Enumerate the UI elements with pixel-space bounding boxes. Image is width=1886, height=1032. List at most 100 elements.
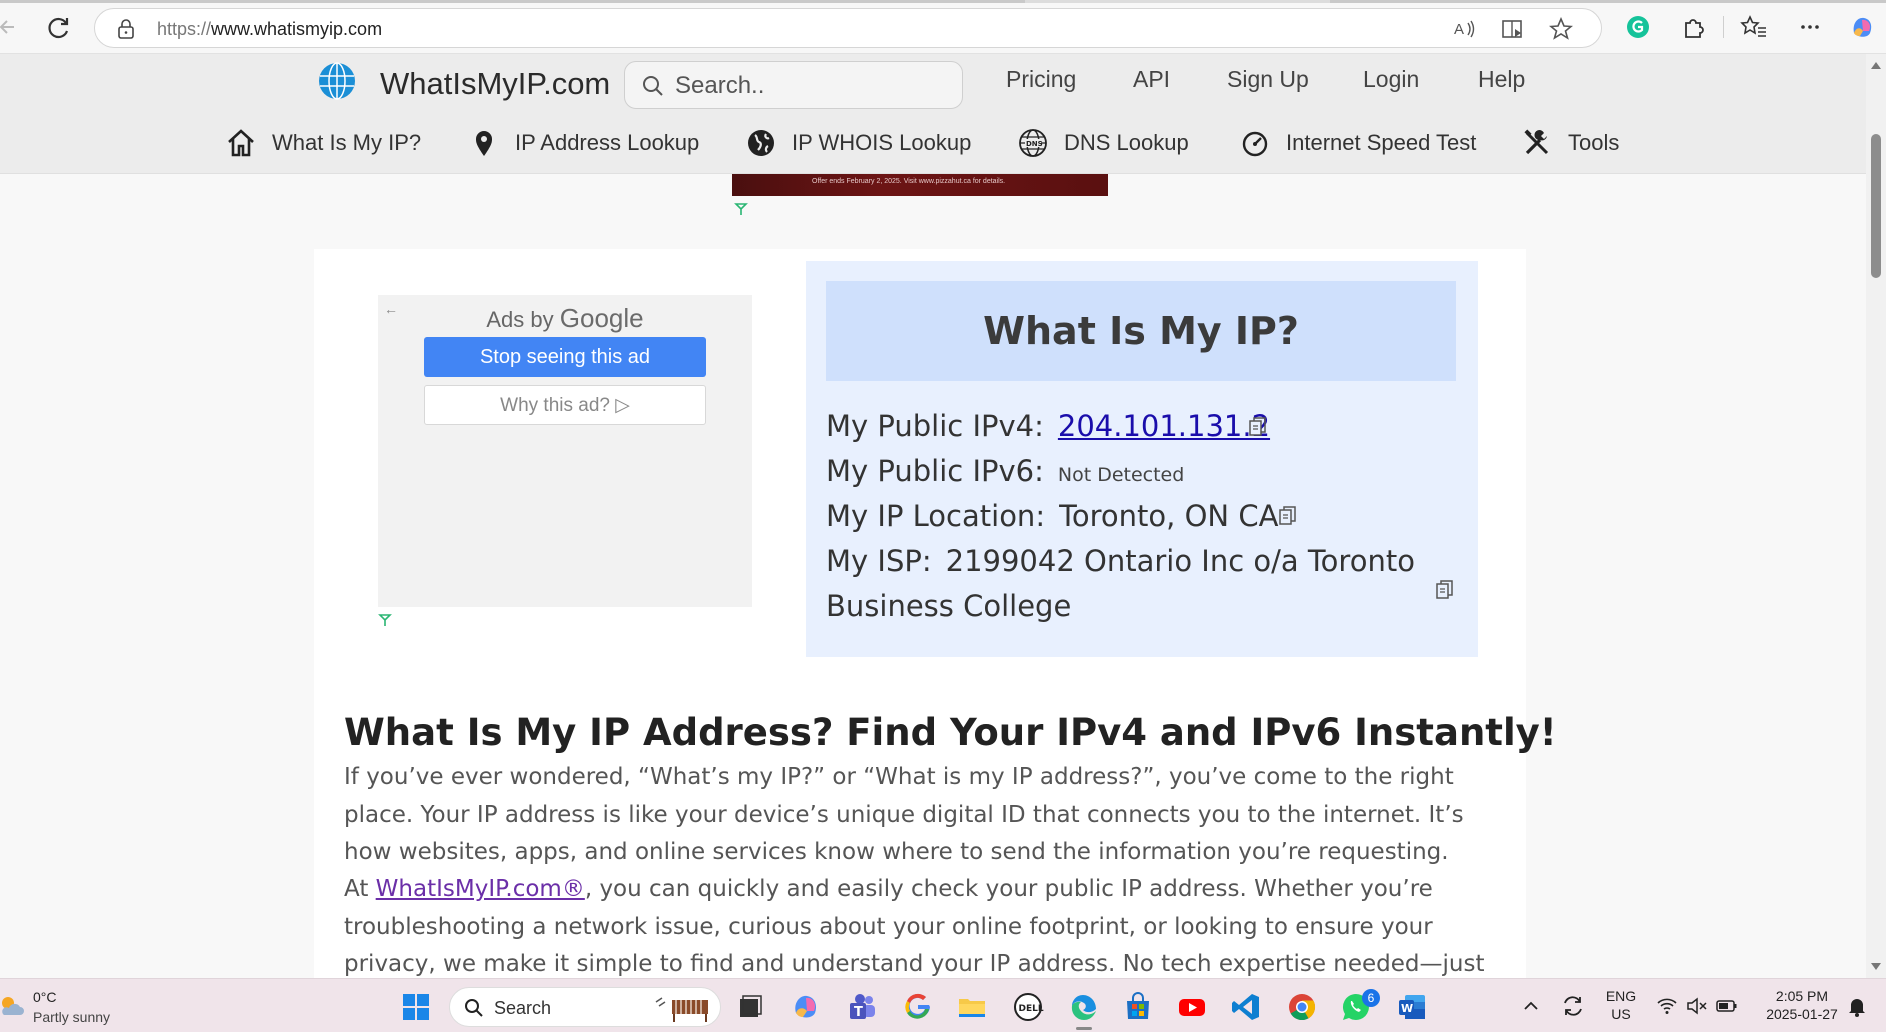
copilot-app-icon[interactable] bbox=[790, 991, 822, 1023]
read-aloud-icon[interactable]: A bbox=[1453, 17, 1477, 41]
svg-text:DNS: DNS bbox=[1026, 140, 1043, 148]
speedometer-icon bbox=[1242, 131, 1268, 157]
article-paragraph-2: At WhatIsMyIP.com®, you can quickly and … bbox=[344, 871, 1504, 978]
location-row: My IP Location: Toronto, ON CA bbox=[826, 499, 1278, 533]
notification-bell-icon[interactable] bbox=[1846, 995, 1868, 1017]
article-paragraph-1: If you’ve ever wondered, “What’s my IP?”… bbox=[344, 764, 1464, 865]
grammarly-extension-icon[interactable] bbox=[1624, 13, 1652, 41]
active-app-indicator bbox=[1076, 1027, 1092, 1030]
nav-signup-link[interactable]: Sign Up bbox=[1227, 66, 1309, 93]
partly-sunny-icon[interactable] bbox=[0, 993, 26, 1019]
location-label: My IP Location: bbox=[826, 499, 1046, 533]
chrome-app-icon[interactable] bbox=[1286, 991, 1318, 1023]
nav-label: DNS Lookup bbox=[1064, 130, 1189, 155]
search-input[interactable] bbox=[675, 70, 945, 102]
microsoft-store-icon[interactable] bbox=[1122, 991, 1154, 1023]
article-title: What Is My IP Address? Find Your IPv4 an… bbox=[344, 711, 1557, 754]
nav-internet-speed-test[interactable]: Internet Speed Test bbox=[1240, 126, 1476, 160]
isp-label: My ISP: bbox=[826, 544, 932, 578]
scroll-down-arrow-icon[interactable] bbox=[1871, 963, 1881, 970]
nav-api-link[interactable]: API bbox=[1133, 66, 1170, 93]
clock-time: 2:05 PM bbox=[1775, 988, 1829, 1004]
isp-row: My ISP: 2199042 Ontario Inc o/a Toronto bbox=[826, 544, 1415, 578]
search-icon bbox=[643, 76, 663, 96]
word-icon[interactable]: W bbox=[1396, 991, 1428, 1023]
svg-text:W: W bbox=[1401, 1002, 1413, 1015]
file-explorer-icon[interactable] bbox=[956, 991, 988, 1023]
vscode-icon[interactable] bbox=[1230, 991, 1262, 1023]
reader-view-icon[interactable] bbox=[1501, 17, 1525, 41]
teams-icon[interactable]: T bbox=[846, 991, 878, 1023]
ipv4-row: My Public IPv4: 204.101.131.2 bbox=[826, 409, 1270, 443]
ipv4-value-link[interactable]: 204.101.131.2 bbox=[1058, 409, 1270, 443]
home-icon bbox=[228, 129, 254, 157]
show-hidden-icons-chevron-icon[interactable] bbox=[1520, 995, 1542, 1017]
clock[interactable]: 2:05 PM 2025-01-27 bbox=[1752, 988, 1852, 1022]
favorites-icon[interactable] bbox=[1740, 13, 1768, 41]
region-code: US bbox=[1611, 1006, 1631, 1022]
volume-muted-icon[interactable] bbox=[1686, 995, 1708, 1017]
adchoices-icon[interactable] bbox=[378, 613, 392, 627]
globe-icon bbox=[748, 130, 774, 156]
sync-icon[interactable] bbox=[1560, 993, 1586, 1019]
whatismyip-link[interactable]: WhatIsMyIP.com® bbox=[376, 876, 585, 902]
nav-ip-whois-lookup[interactable]: IP WHOIS Lookup bbox=[746, 126, 971, 160]
favorite-star-icon[interactable] bbox=[1549, 17, 1573, 41]
weather-description[interactable]: Partly sunny bbox=[33, 1009, 110, 1025]
page-scrollbar[interactable] bbox=[1866, 54, 1886, 978]
location-value: Toronto, ON CA bbox=[1059, 499, 1279, 533]
site-header: WhatIsMyIP.com Pricing API Sign Up Login… bbox=[0, 54, 1866, 174]
ip-panel-heading: What Is My IP? bbox=[826, 281, 1456, 381]
globe-logo-icon[interactable] bbox=[318, 62, 356, 100]
browser-toolbar: https://www.whatismyip.com A bbox=[0, 0, 1886, 54]
isp-row-continued: Business College bbox=[826, 589, 1071, 623]
chrome-google-icon[interactable] bbox=[902, 991, 934, 1023]
nav-ip-address-lookup[interactable]: IP Address Lookup bbox=[469, 126, 699, 160]
battery-icon[interactable] bbox=[1716, 995, 1738, 1017]
why-this-ad-button[interactable]: Why this ad? ▷ bbox=[424, 385, 706, 425]
dell-icon[interactable]: DELL bbox=[1012, 991, 1044, 1023]
task-view-icon[interactable] bbox=[734, 991, 766, 1023]
stop-seeing-ad-button[interactable]: Stop seeing this ad bbox=[424, 337, 706, 377]
nav-pricing-link[interactable]: Pricing bbox=[1006, 66, 1076, 93]
nav-what-is-my-ip[interactable]: What Is My IP? bbox=[226, 126, 421, 160]
nav-tools[interactable]: Tools bbox=[1522, 126, 1619, 160]
ip-info-panel: What Is My IP? My Public IPv4: 204.101.13… bbox=[806, 261, 1478, 657]
refresh-icon[interactable] bbox=[44, 14, 72, 42]
wifi-icon[interactable] bbox=[1656, 995, 1678, 1017]
edge-browser-icon[interactable] bbox=[1068, 991, 1100, 1023]
language-indicator[interactable]: ENG US bbox=[1604, 988, 1638, 1022]
copilot-icon[interactable] bbox=[1848, 13, 1876, 41]
extensions-puzzle-icon[interactable] bbox=[1680, 13, 1708, 41]
weather-temperature[interactable]: 0°C bbox=[33, 989, 57, 1005]
more-options-icon[interactable] bbox=[1796, 13, 1824, 41]
search-highlight-piano-icon bbox=[655, 997, 708, 1022]
taskbar-search-label: Search bbox=[494, 998, 552, 1018]
tools-icon bbox=[1524, 129, 1549, 155]
copy-icon[interactable] bbox=[1279, 505, 1297, 525]
taskbar-search[interactable]: Search bbox=[449, 987, 721, 1027]
youtube-icon[interactable] bbox=[1176, 991, 1208, 1023]
nav-dns-lookup[interactable]: DNS DNS Lookup bbox=[1018, 126, 1189, 160]
url-text[interactable]: https://www.whatismyip.com bbox=[157, 19, 382, 40]
svg-text:A: A bbox=[1454, 21, 1464, 38]
adchoices-icon[interactable] bbox=[734, 202, 748, 216]
nav-label: What Is My IP? bbox=[272, 130, 422, 155]
site-logo-text[interactable]: WhatIsMyIP.com bbox=[380, 66, 610, 102]
site-search[interactable] bbox=[624, 61, 963, 109]
address-bar[interactable]: https://www.whatismyip.com A bbox=[94, 8, 1602, 48]
pizza-hut-banner-ad[interactable]: Offer ends February 2, 2025. Visit www.p… bbox=[732, 174, 1108, 196]
main-card: ← Ads by Google Stop seeing this ad Why … bbox=[314, 249, 1557, 978]
ipv6-row: My Public IPv6: Not Detected bbox=[826, 454, 1184, 488]
copy-icon[interactable] bbox=[1436, 579, 1454, 599]
scrollbar-thumb[interactable] bbox=[1871, 134, 1881, 278]
nav-help-link[interactable]: Help bbox=[1478, 66, 1525, 93]
ipv4-label: My Public IPv4: bbox=[826, 409, 1044, 443]
svg-text:DELL: DELL bbox=[1019, 1004, 1044, 1014]
scroll-up-arrow-icon[interactable] bbox=[1871, 62, 1881, 69]
copy-icon[interactable] bbox=[1249, 416, 1267, 436]
back-arrow-icon[interactable] bbox=[0, 14, 20, 40]
windows-start-icon[interactable] bbox=[400, 991, 432, 1023]
lock-icon[interactable] bbox=[117, 19, 135, 39]
nav-login-link[interactable]: Login bbox=[1363, 66, 1419, 93]
